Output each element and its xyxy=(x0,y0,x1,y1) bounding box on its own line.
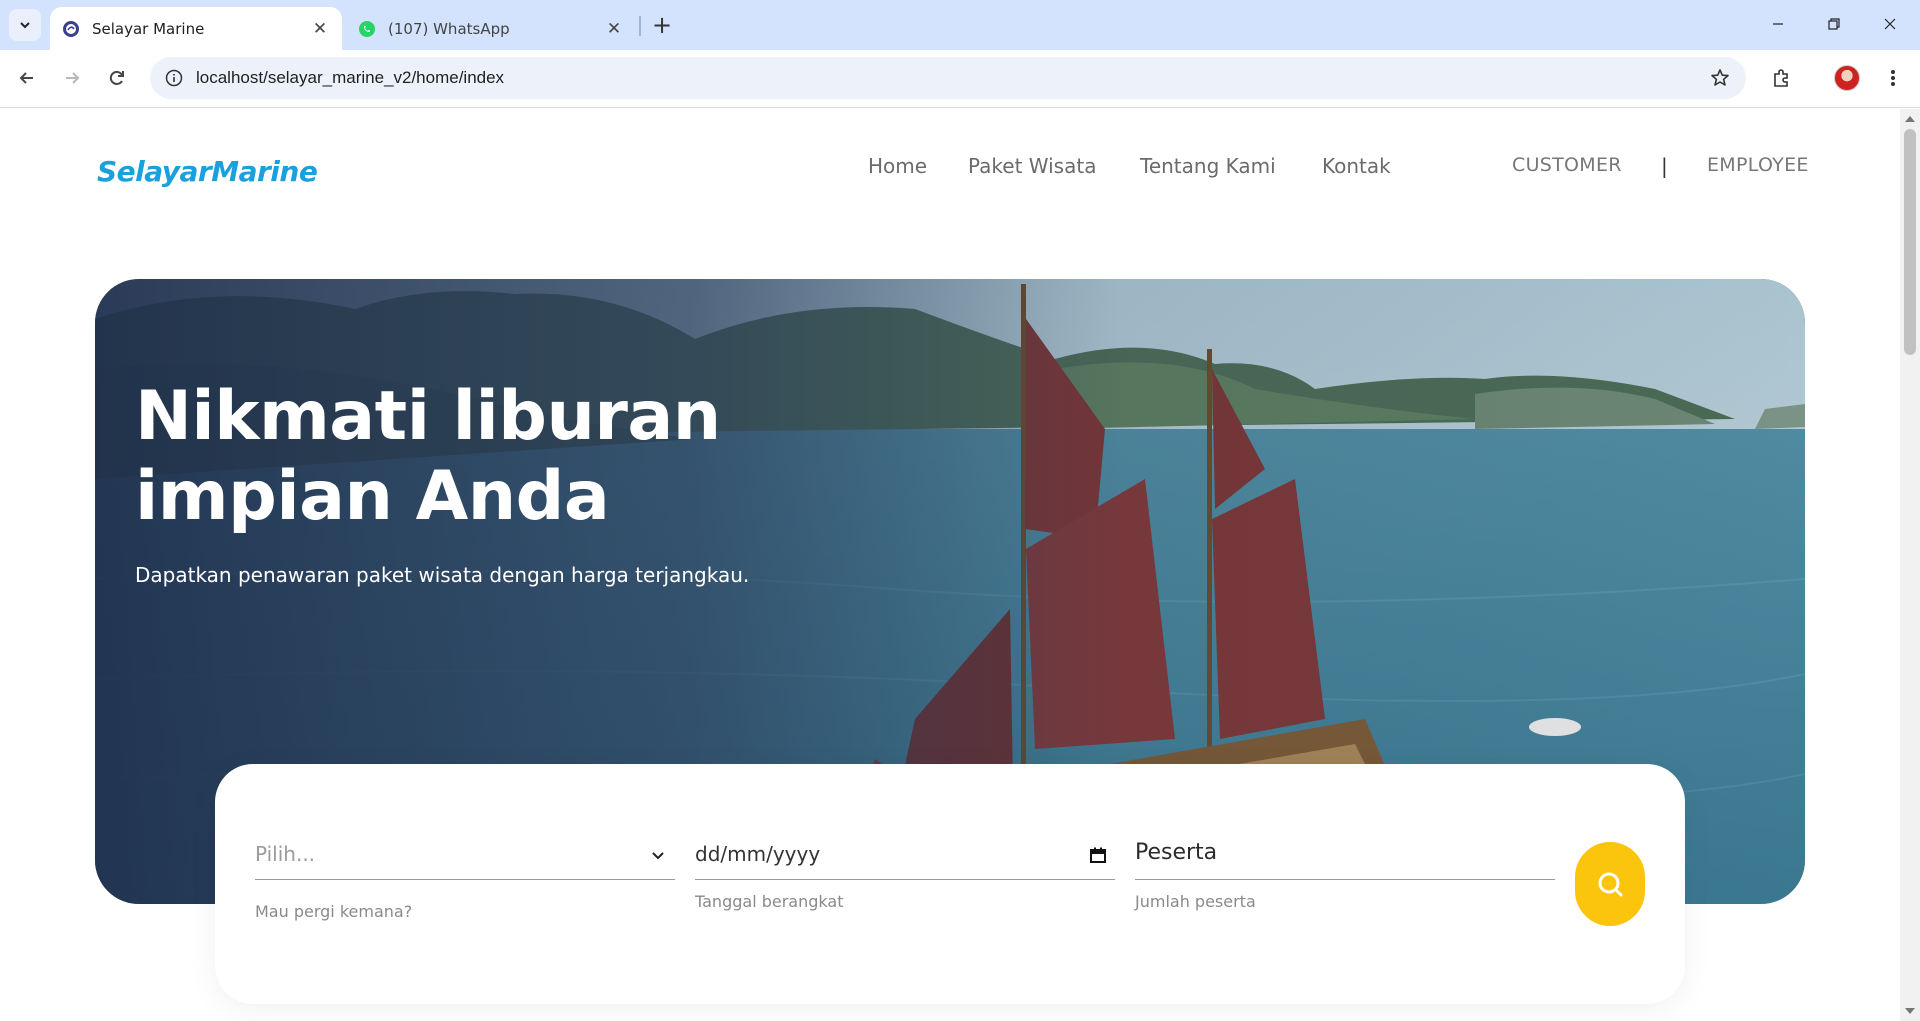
site-favicon-icon xyxy=(62,20,80,38)
page-content: SelayarMarine Home Paket Wisata Tentang … xyxy=(0,109,1900,1021)
auth-separator: | xyxy=(1661,154,1668,178)
tab-separator xyxy=(639,16,641,36)
close-window-icon[interactable] xyxy=(1862,0,1918,48)
nav-home[interactable]: Home xyxy=(868,154,927,178)
star-icon[interactable] xyxy=(1708,66,1732,90)
minimize-icon[interactable] xyxy=(1750,0,1806,48)
back-icon[interactable] xyxy=(10,61,44,95)
profile-avatar[interactable] xyxy=(1830,61,1864,95)
whatsapp-icon xyxy=(358,20,376,38)
tab-title: Selayar Marine xyxy=(92,19,205,38)
search-icon xyxy=(1598,872,1623,897)
date-hint: Tanggal berangkat xyxy=(695,892,844,911)
destination-hint: Mau pergi kemana? xyxy=(255,902,413,921)
scroll-down-icon[interactable] xyxy=(1905,1008,1915,1014)
scrollbar-thumb[interactable] xyxy=(1904,129,1916,355)
nav-kontak[interactable]: Kontak xyxy=(1322,154,1391,178)
forward-icon[interactable] xyxy=(55,61,89,95)
tab-title: (107) WhatsApp xyxy=(388,19,510,38)
destination-select[interactable]: Pilih... xyxy=(255,830,675,880)
tab-search-button[interactable] xyxy=(9,9,41,41)
extensions-icon[interactable] xyxy=(1764,61,1798,95)
tab-selayar-marine[interactable]: Selayar Marine ✕ xyxy=(50,7,342,50)
hero-title-line-1: Nikmati liburan xyxy=(135,377,721,456)
participants-value: Peserta xyxy=(1135,840,1218,865)
destination-value: Pilih... xyxy=(255,842,316,866)
search-card: Pilih... Mau pergi kemana? dd/mm/yyyy Ta… xyxy=(215,764,1685,1004)
calendar-icon[interactable] xyxy=(1087,844,1109,866)
browser-toolbar: localhost/selayar_marine_v2/home/index xyxy=(0,50,1920,108)
hero-title: Nikmati liburan impian Anda xyxy=(135,377,721,537)
close-icon[interactable]: ✕ xyxy=(308,17,332,41)
plus-icon[interactable]: + xyxy=(648,11,676,39)
date-input[interactable]: dd/mm/yyyy xyxy=(695,830,1115,880)
restore-icon[interactable] xyxy=(1806,0,1862,48)
hero-subtitle: Dapatkan penawaran paket wisata dengan h… xyxy=(135,563,750,587)
info-icon[interactable] xyxy=(162,66,186,90)
hero-title-line-2: impian Anda xyxy=(135,457,610,536)
site-logo[interactable]: SelayarMarine xyxy=(97,155,318,188)
chevron-down-icon[interactable] xyxy=(647,844,669,866)
nav-paket-wisata[interactable]: Paket Wisata xyxy=(968,154,1096,178)
participants-hint: Jumlah peserta xyxy=(1135,892,1256,911)
date-value: dd/mm/yyyy xyxy=(695,842,821,866)
employee-link[interactable]: EMPLOYEE xyxy=(1707,154,1809,176)
search-button[interactable] xyxy=(1575,842,1645,926)
browser-tabbar: Selayar Marine ✕ (107) WhatsApp ✕ + xyxy=(0,0,1920,50)
participants-input[interactable]: Peserta xyxy=(1135,830,1555,880)
nav-tentang-kami[interactable]: Tentang Kami xyxy=(1140,154,1276,178)
url-text: localhost/selayar_marine_v2/home/index xyxy=(196,68,505,87)
more-vert-icon[interactable] xyxy=(1876,61,1910,95)
address-bar[interactable]: localhost/selayar_marine_v2/home/index xyxy=(150,57,1746,99)
reload-icon[interactable] xyxy=(100,61,134,95)
chevron-down-icon xyxy=(20,22,30,29)
page-scrollbar[interactable] xyxy=(1900,109,1920,1021)
close-icon[interactable]: ✕ xyxy=(602,17,626,41)
customer-link[interactable]: CUSTOMER xyxy=(1512,154,1622,176)
tab-whatsapp[interactable]: (107) WhatsApp ✕ xyxy=(346,7,636,50)
scroll-up-icon[interactable] xyxy=(1905,116,1915,122)
